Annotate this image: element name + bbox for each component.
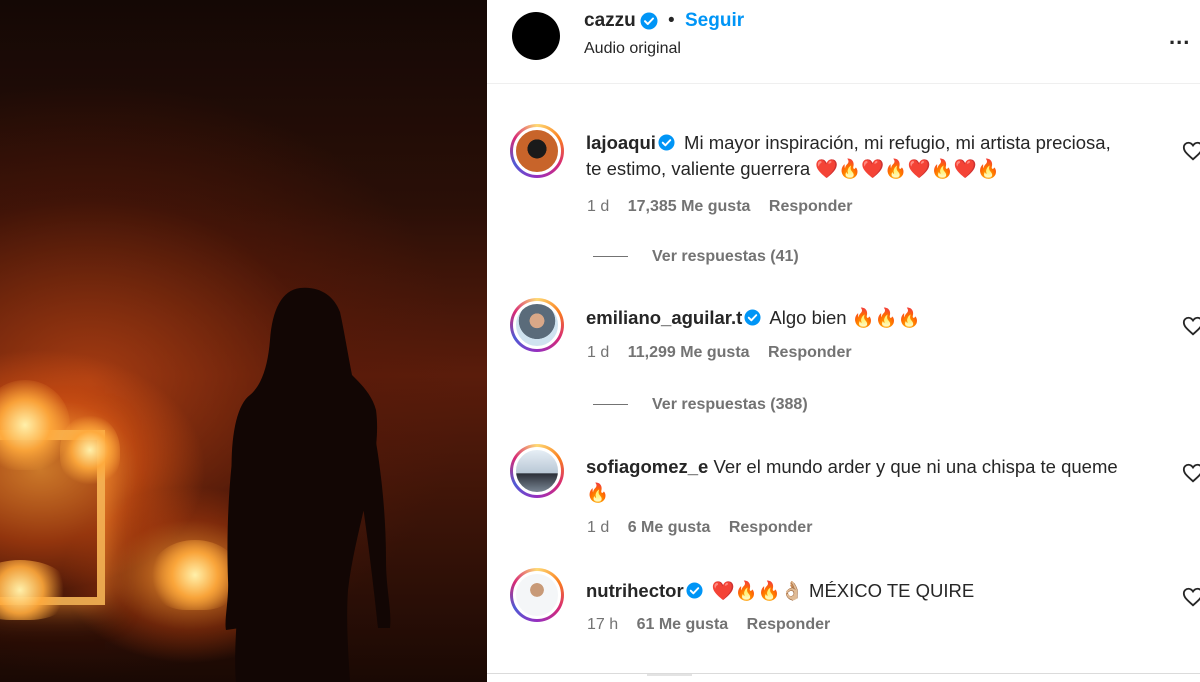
author-avatar[interactable]	[512, 12, 560, 60]
like-heart-icon[interactable]	[1182, 315, 1200, 337]
reply-button[interactable]: Responder	[729, 519, 813, 536]
like-heart-icon[interactable]	[1182, 586, 1200, 608]
more-options-icon[interactable]: ...	[1169, 24, 1190, 50]
author-username[interactable]: cazzu	[584, 10, 636, 32]
verified-badge-icon	[744, 309, 761, 326]
comment-meta: 1 d 17,385 Me gusta Responder	[587, 198, 866, 216]
replies-divider	[593, 256, 628, 258]
comment-meta: 1 d 6 Me gusta Responder	[587, 519, 826, 537]
panel-divider	[487, 673, 1200, 674]
commenter-avatar[interactable]	[510, 124, 564, 178]
like-heart-icon[interactable]	[1182, 140, 1200, 162]
woman-silhouette	[225, 287, 391, 682]
comment-text: lajoaqui Mi mayor inspiración, mi refugi…	[586, 130, 1126, 182]
commenter-username[interactable]: sofiagomez_e	[586, 456, 708, 477]
comment-time[interactable]: 1 d	[587, 519, 609, 536]
comment-body: Algo bien 🔥🔥🔥	[769, 307, 921, 328]
view-replies-button[interactable]: Ver respuestas (41)	[593, 248, 799, 266]
comment-likes[interactable]: 6 Me gusta	[628, 519, 711, 536]
comment-meta: 1 d 11,299 Me gusta Responder	[587, 344, 866, 362]
comment-likes[interactable]: 61 Me gusta	[637, 616, 729, 633]
next-replies-partial: ———	[647, 666, 692, 682]
post-media[interactable]	[0, 0, 487, 682]
comments-panel: cazzu • Seguir Audio original ... ——— la…	[487, 0, 1200, 682]
follow-button[interactable]: Seguir	[685, 10, 744, 32]
audio-label[interactable]: Audio original	[584, 40, 681, 58]
reply-button[interactable]: Responder	[769, 198, 853, 215]
comment-likes[interactable]: 17,385 Me gusta	[628, 198, 751, 215]
comment-time[interactable]: 17 h	[587, 616, 618, 633]
replies-divider	[593, 404, 628, 406]
comment-time[interactable]: 1 d	[587, 198, 609, 215]
commenter-avatar[interactable]	[510, 568, 564, 622]
commenter-avatar[interactable]	[510, 298, 564, 352]
comment-body: ❤️🔥🔥👌🏼 MÉXICO TE QUIRE	[711, 580, 975, 601]
verified-badge-icon	[658, 134, 675, 151]
comment-text: emiliano_aguilar.t Algo bien 🔥🔥🔥	[586, 305, 1126, 331]
view-replies-button[interactable]: Ver respuestas (388)	[593, 396, 808, 414]
verified-badge-icon	[686, 582, 703, 599]
commenter-avatar[interactable]	[510, 444, 564, 498]
comment-meta: 17 h 61 Me gusta Responder	[587, 616, 844, 634]
commenter-username[interactable]: nutrihector	[586, 580, 684, 601]
verified-badge-icon	[640, 12, 658, 30]
separator-dot: •	[668, 10, 675, 31]
comment-text: nutrihector ❤️🔥🔥👌🏼 MÉXICO TE QUIRE	[586, 578, 1126, 604]
post-header: cazzu • Seguir Audio original ...	[487, 0, 1200, 84]
comment-time[interactable]: 1 d	[587, 344, 609, 361]
commenter-username[interactable]: lajoaqui	[586, 132, 656, 153]
comment-text: sofiagomez_e Ver el mundo arder y que ni…	[586, 454, 1126, 506]
commenter-username[interactable]: emiliano_aguilar.t	[586, 307, 742, 328]
reply-button[interactable]: Responder	[768, 344, 852, 361]
like-heart-icon[interactable]	[1182, 462, 1200, 484]
reply-button[interactable]: Responder	[747, 616, 831, 633]
comment-likes[interactable]: 11,299 Me gusta	[628, 344, 750, 361]
